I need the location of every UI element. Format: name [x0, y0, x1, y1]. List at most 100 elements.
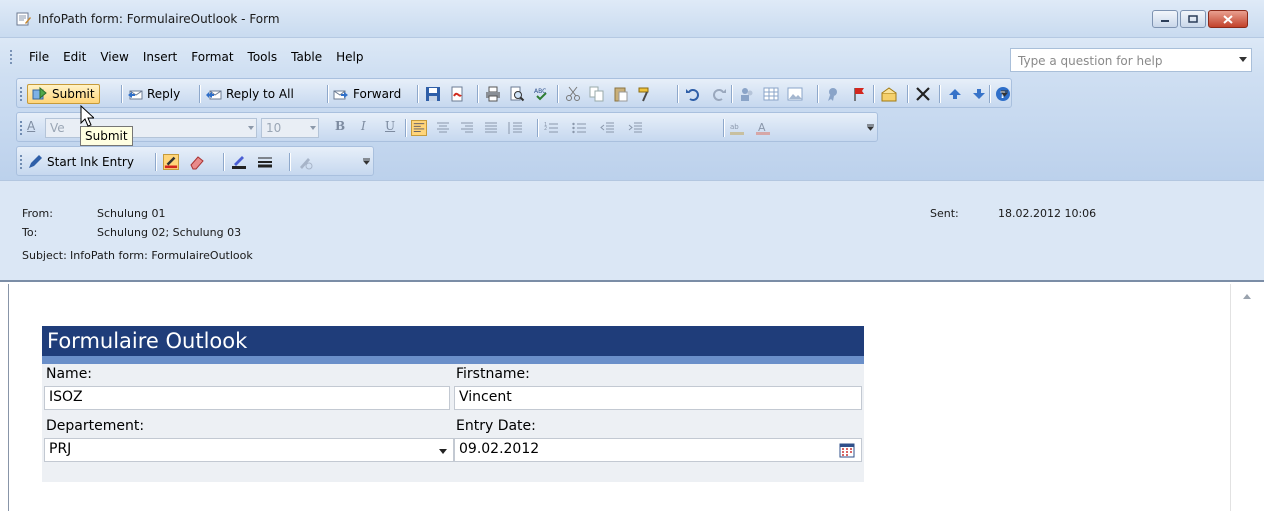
submit-button[interactable]: Submit — [27, 84, 100, 104]
next-item-icon[interactable] — [971, 86, 987, 102]
toolbars-area: Submit Reply Reply to All Forward ABC ? … — [0, 74, 1264, 180]
forward-button[interactable]: Forward — [333, 84, 401, 104]
eraser-icon[interactable] — [189, 154, 205, 170]
message-header: From: Schulung 01 To: Schulung 02; Schul… — [0, 180, 1264, 282]
justify-icon[interactable] — [483, 120, 499, 136]
align-left-icon[interactable] — [411, 120, 427, 136]
print-icon[interactable] — [485, 86, 501, 102]
font-size-value: 10 — [266, 121, 282, 135]
flag-icon[interactable] — [851, 86, 867, 102]
delete-icon[interactable] — [915, 86, 931, 102]
reply-icon — [128, 90, 143, 100]
font-color-icon[interactable]: A — [755, 120, 771, 136]
reply-all-button[interactable]: Reply to All — [206, 84, 294, 104]
undo-icon[interactable] — [685, 86, 701, 102]
toolbar-options-icon[interactable] — [363, 157, 370, 166]
reply-all-label: Reply to All — [226, 87, 294, 101]
outlook-form: Formulaire Outlook Name: ISOZ Firstname:… — [42, 326, 864, 482]
highlighter-color-icon[interactable] — [231, 154, 247, 170]
chevron-down-icon[interactable] — [248, 126, 254, 130]
menu-format[interactable]: Format — [184, 50, 240, 64]
vertical-scrollbar[interactable] — [1230, 284, 1264, 511]
font-name-combo[interactable]: Ve — [45, 118, 257, 138]
minimize-button[interactable] — [1152, 10, 1178, 28]
toolbar-grip[interactable] — [20, 121, 22, 135]
table-icon[interactable] — [763, 86, 779, 102]
cut-icon[interactable] — [565, 86, 581, 102]
permission-icon[interactable] — [825, 86, 841, 102]
calendar-icon[interactable] — [839, 442, 855, 458]
reply-button[interactable]: Reply — [127, 84, 180, 104]
redo-icon[interactable] — [711, 86, 727, 102]
underline-icon[interactable]: U — [385, 119, 395, 133]
align-right-icon[interactable] — [459, 120, 475, 136]
scroll-up-icon[interactable] — [1243, 294, 1251, 299]
highlight-icon[interactable]: ab — [729, 120, 745, 136]
save-icon[interactable] — [425, 86, 441, 102]
entry-date-field[interactable]: 09.02.2012 — [454, 438, 862, 462]
italic-icon[interactable]: I — [361, 119, 366, 133]
start-ink-entry-label: Start Ink Entry — [47, 155, 134, 169]
svg-text:ab: ab — [730, 123, 739, 131]
form-title: Formulaire Outlook — [42, 326, 864, 356]
chevron-down-icon[interactable] — [1239, 57, 1247, 62]
paste-icon[interactable] — [613, 86, 629, 102]
toolbar-options-icon[interactable] — [867, 123, 874, 132]
department-dropdown[interactable]: PRJ — [44, 438, 454, 462]
help-search-input[interactable]: Type a question for help — [1010, 48, 1252, 72]
menu-insert[interactable]: Insert — [136, 50, 184, 64]
address-book-icon[interactable] — [739, 86, 755, 102]
menu-grip[interactable] — [10, 50, 13, 64]
font-size-combo[interactable]: 10 — [261, 118, 319, 138]
menu-tools[interactable]: Tools — [241, 50, 285, 64]
toolbar-grip[interactable] — [20, 87, 22, 101]
picture-icon[interactable] — [787, 86, 803, 102]
submit-label: Submit — [52, 87, 95, 101]
message-options-icon[interactable] — [881, 86, 897, 102]
styles-icon[interactable]: A — [27, 119, 35, 133]
maximize-button[interactable] — [1180, 10, 1206, 28]
numbering-icon[interactable]: 12 — [543, 120, 559, 136]
form-content-area: Formulaire Outlook Name: ISOZ Firstname:… — [0, 284, 1264, 511]
decrease-indent-icon[interactable] — [599, 120, 615, 136]
menu-view[interactable]: View — [93, 50, 135, 64]
line-weight-icon[interactable] — [257, 154, 273, 170]
help-placeholder: Type a question for help — [1018, 54, 1163, 68]
name-field[interactable]: ISOZ — [44, 386, 450, 410]
form-body: Name: ISOZ Firstname: Vincent Departemen… — [42, 364, 864, 482]
align-center-icon[interactable] — [435, 120, 451, 136]
menu-edit[interactable]: Edit — [56, 50, 93, 64]
to-label: To: — [22, 226, 38, 239]
bullets-icon[interactable] — [571, 120, 587, 136]
department-label: Departement: — [46, 418, 145, 434]
chevron-down-icon[interactable] — [439, 449, 447, 454]
font-name-value: Ve — [50, 121, 65, 135]
firstname-value: Vincent — [459, 389, 512, 405]
chevron-down-icon[interactable] — [310, 126, 316, 130]
format-painter-icon[interactable] — [637, 86, 653, 102]
close-button[interactable] — [1208, 10, 1248, 28]
submit-tooltip: Submit — [80, 126, 133, 146]
forward-label: Forward — [353, 87, 402, 101]
bold-icon[interactable]: B — [335, 119, 345, 133]
line-spacing-icon[interactable] — [507, 120, 523, 136]
toolbar-grip[interactable] — [20, 155, 22, 169]
menu-help[interactable]: Help — [329, 50, 370, 64]
forward-icon — [333, 90, 348, 100]
spelling-icon[interactable]: ABC — [533, 86, 549, 102]
start-ink-entry-button[interactable]: Start Ink Entry — [27, 152, 134, 172]
increase-indent-icon[interactable] — [627, 120, 643, 136]
copy-icon[interactable] — [589, 86, 605, 102]
mouse-cursor-icon — [80, 105, 94, 127]
ink-tools-icon[interactable] — [297, 154, 313, 170]
previous-item-icon[interactable] — [947, 86, 963, 102]
firstname-field[interactable]: Vincent — [454, 386, 862, 410]
svg-text:2: 2 — [544, 126, 547, 132]
menu-table[interactable]: Table — [284, 50, 329, 64]
ink-toolbar: Start Ink Entry — [16, 146, 374, 176]
menu-file[interactable]: File — [22, 50, 56, 64]
print-preview-icon[interactable] — [509, 86, 525, 102]
pen-color-icon[interactable] — [163, 154, 179, 170]
toolbar-options-icon[interactable] — [1001, 89, 1008, 98]
pdf-export-icon[interactable] — [449, 86, 465, 102]
